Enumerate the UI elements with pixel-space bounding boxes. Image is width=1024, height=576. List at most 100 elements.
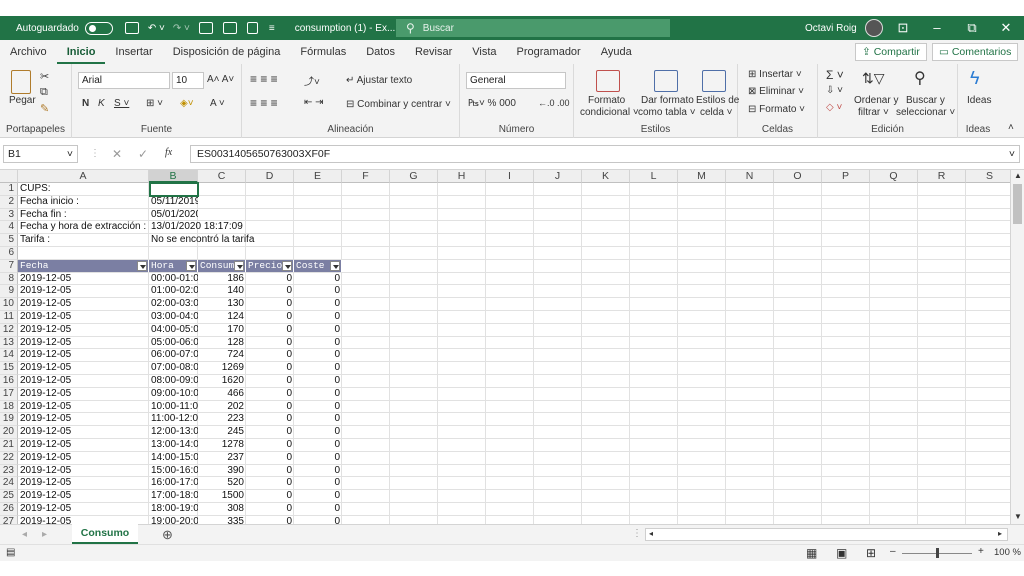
row-header[interactable]: 7	[0, 259, 18, 273]
scroll-thumb[interactable]	[1013, 184, 1022, 224]
row-header[interactable]: 22	[0, 451, 18, 465]
cell[interactable]: 0	[246, 298, 294, 311]
selected-cell-b1[interactable]	[149, 182, 199, 197]
cell[interactable]: 18:00-19:0	[149, 503, 198, 516]
font-name-select[interactable]: Arial	[78, 72, 170, 89]
find-icon[interactable]: ⚲	[914, 68, 926, 88]
cell[interactable]: 2019-12-05	[18, 401, 149, 414]
new-file-icon[interactable]	[246, 22, 258, 34]
orientation-icon[interactable]: ⤴˅	[304, 73, 320, 88]
cell[interactable]: 13/01/2020 18:17:09	[149, 221, 298, 234]
row-header[interactable]: 23	[0, 464, 18, 478]
table-header-cell[interactable]: Fecha	[18, 259, 149, 273]
search-box[interactable]: ⚲ Buscar	[396, 19, 670, 37]
format-cells-button[interactable]: ⊟ Formato ˅	[748, 104, 805, 115]
formula-input[interactable]: ES0031405650763003XF0F ˅	[190, 145, 1020, 163]
cell[interactable]: 0	[246, 401, 294, 414]
row-header[interactable]: 9	[0, 285, 18, 299]
cell[interactable]: 2019-12-05	[18, 490, 149, 503]
cell[interactable]: 09:00-10:0	[149, 388, 198, 401]
cell[interactable]: 0	[246, 349, 294, 362]
font-color-icon[interactable]: A ˅	[210, 98, 225, 109]
cell[interactable]: 0	[294, 375, 342, 388]
cell[interactable]: 0	[246, 273, 294, 286]
cell[interactable]: 223	[198, 413, 246, 426]
cell[interactable]: 0	[246, 375, 294, 388]
cell[interactable]: 0	[246, 413, 294, 426]
delete-cells-button[interactable]: ⊠ Eliminar ˅	[748, 86, 804, 97]
conditional-format-icon[interactable]	[596, 70, 620, 92]
cell[interactable]: 140	[198, 285, 246, 298]
tab-ayuda[interactable]: Ayuda	[591, 40, 642, 64]
cell[interactable]: 08:00-09:0	[149, 375, 198, 388]
cell[interactable]: Tarifa :	[18, 234, 149, 247]
row-header[interactable]: 6	[0, 247, 18, 260]
italic-icon[interactable]: K	[98, 98, 105, 109]
cell[interactable]: 2019-12-05	[18, 362, 149, 375]
row-header[interactable]: 19	[0, 413, 18, 427]
tab-vista[interactable]: Vista	[462, 40, 506, 64]
cell[interactable]: 2019-12-05	[18, 298, 149, 311]
close-icon[interactable]: ✕	[989, 16, 1023, 40]
sort-filter-icon[interactable]: ⇅▽	[862, 70, 885, 87]
select-all-corner[interactable]	[0, 170, 18, 183]
save-icon[interactable]	[124, 22, 139, 34]
cell[interactable]: 00:00-01:0	[149, 273, 198, 286]
cell[interactable]: 2019-12-05	[18, 285, 149, 298]
conditional-format-line2[interactable]: condicional ˅	[580, 107, 639, 118]
cell[interactable]: 2019-12-05	[18, 273, 149, 286]
cell[interactable]: 2019-12-05	[18, 439, 149, 452]
column-header-q[interactable]: Q	[870, 170, 918, 183]
cut-icon[interactable]: ✂	[40, 70, 49, 83]
cell[interactable]: 0	[294, 388, 342, 401]
row-header[interactable]: 20	[0, 426, 18, 439]
sheet-tab-consumo[interactable]: Consumo	[72, 524, 138, 544]
cell[interactable]: 0	[294, 426, 342, 439]
cell[interactable]: 186	[198, 273, 246, 286]
macro-record-icon[interactable]: ▤	[6, 547, 15, 558]
row-header[interactable]: 21	[0, 439, 18, 452]
cell[interactable]: 2019-12-05	[18, 349, 149, 362]
grow-font-icon[interactable]: A˄ A˅	[207, 74, 234, 85]
cell[interactable]: 06:00-07:0	[149, 349, 198, 362]
filter-dropdown-icon[interactable]	[234, 260, 244, 271]
share-button[interactable]: ⇪ Compartir	[855, 43, 927, 61]
table-header-cell[interactable]: Coste	[294, 259, 342, 273]
cell[interactable]: 0	[294, 362, 342, 375]
row-header[interactable]: 10	[0, 298, 18, 311]
enter-icon[interactable]: ✓	[138, 147, 148, 161]
cell[interactable]: 0	[294, 311, 342, 324]
cell[interactable]: 2019-12-05	[18, 375, 149, 388]
sort-line2[interactable]: filtrar ˅	[858, 107, 889, 118]
format-table-line1[interactable]: Dar formato	[641, 95, 694, 106]
bold-icon[interactable]: N	[82, 98, 89, 109]
cell[interactable]: 01:00-02:0	[149, 285, 198, 298]
tab-formulas[interactable]: Fórmulas	[290, 40, 356, 64]
restore-icon[interactable]: ⧉	[955, 16, 989, 40]
cell[interactable]: 0	[294, 477, 342, 490]
cell[interactable]: 237	[198, 452, 246, 465]
row-header[interactable]: 12	[0, 323, 18, 337]
cell[interactable]: 10:00-11:0	[149, 401, 198, 414]
cell[interactable]: 05/11/2019	[149, 196, 198, 209]
cell[interactable]: 16:00-17:0	[149, 477, 198, 490]
row-header[interactable]: 1	[0, 183, 18, 196]
column-header-f[interactable]: F	[342, 170, 390, 183]
column-header-e[interactable]: E	[294, 170, 342, 183]
tab-datos[interactable]: Datos	[356, 40, 405, 64]
filter-dropdown-icon[interactable]	[186, 260, 196, 271]
cell[interactable]: 2019-12-05	[18, 311, 149, 324]
cell[interactable]: Fecha y hora de extracción :	[18, 221, 149, 234]
cell[interactable]: 2019-12-05	[18, 477, 149, 490]
user-account[interactable]: Octavi Roig	[805, 16, 883, 40]
cell[interactable]: 2019-12-05	[18, 337, 149, 350]
add-sheet-icon[interactable]: ⊕	[162, 527, 173, 543]
tab-revisar[interactable]: Revisar	[405, 40, 462, 64]
tab-splitter-icon[interactable]: ⋮	[632, 528, 642, 539]
cancel-icon[interactable]: ✕	[112, 147, 122, 161]
cell[interactable]: 19:00-20:0	[149, 516, 198, 524]
cell[interactable]: 0	[294, 285, 342, 298]
insert-function-icon[interactable]: fx	[165, 147, 172, 158]
row-header[interactable]: 2	[0, 195, 18, 209]
table-header-cell[interactable]: Consumo	[198, 259, 246, 273]
